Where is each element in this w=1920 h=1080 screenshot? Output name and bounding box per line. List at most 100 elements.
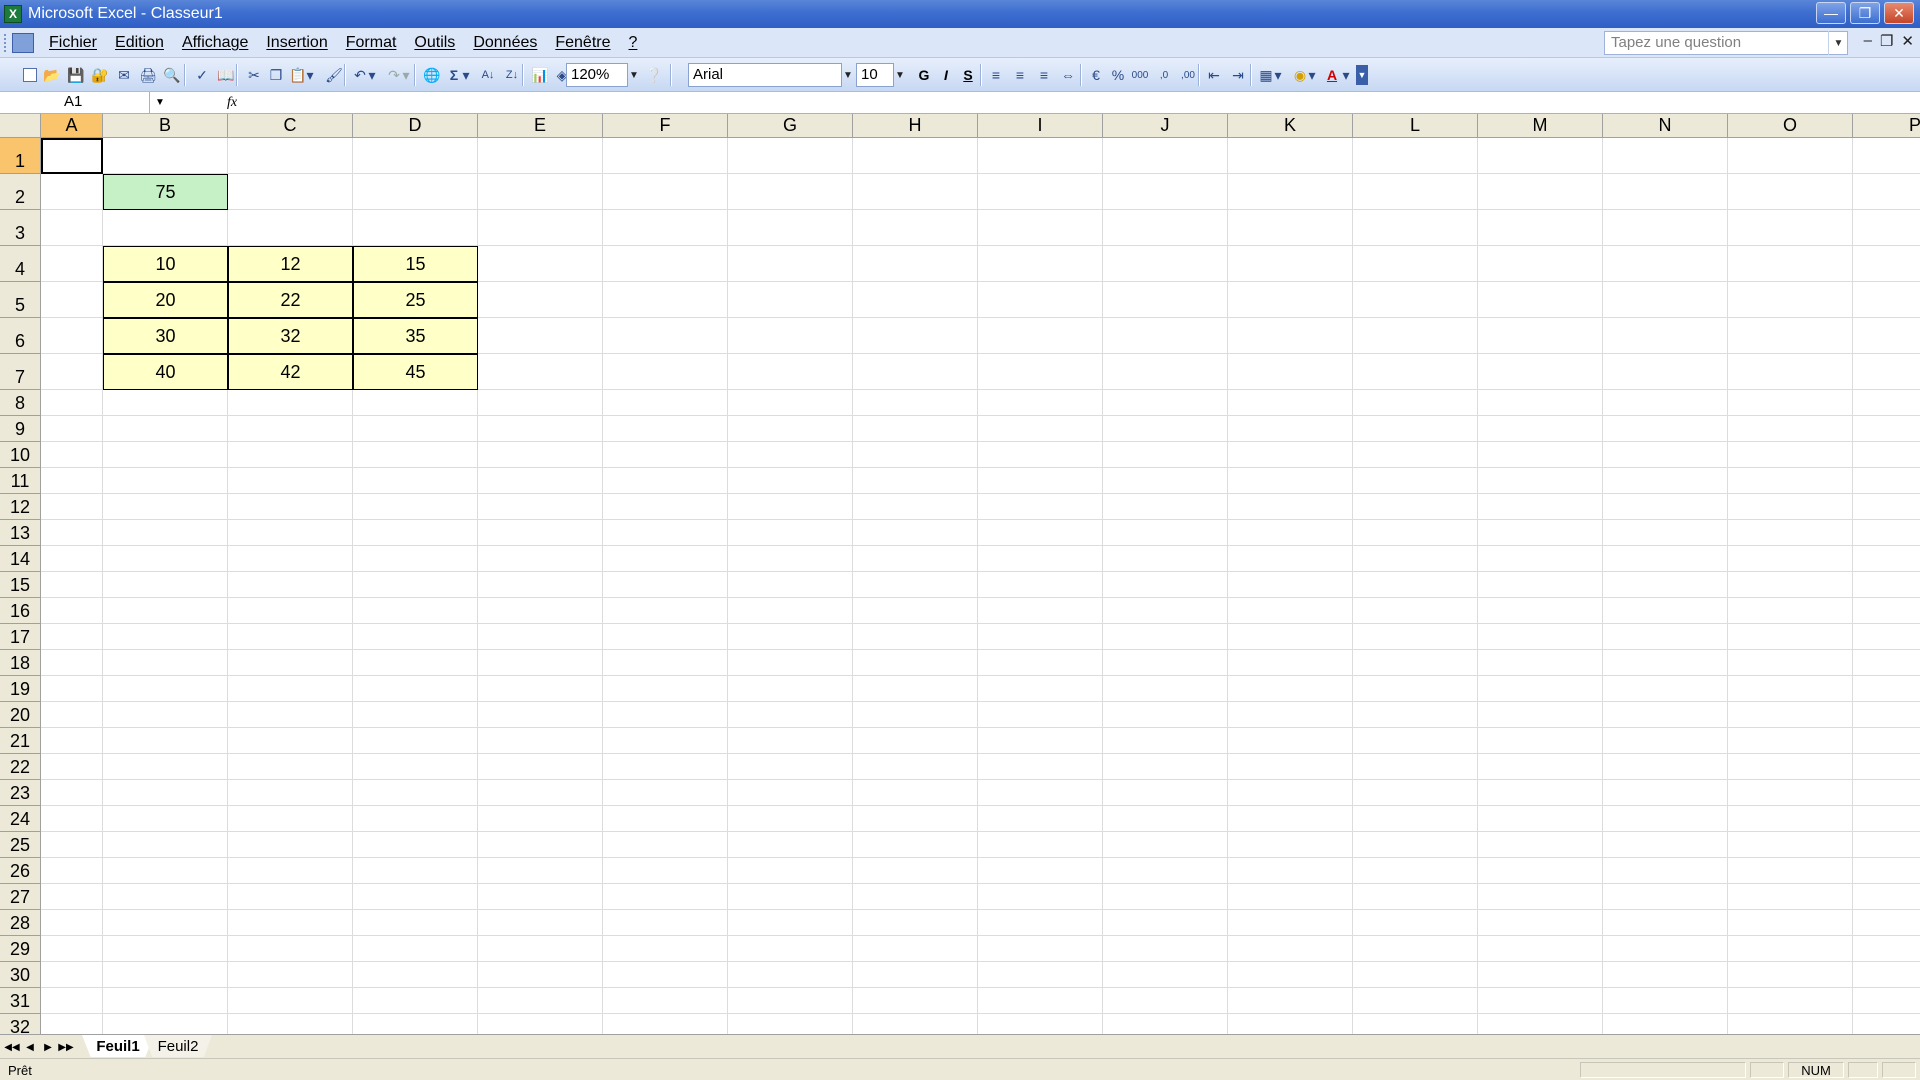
new-document-icon[interactable] <box>20 65 40 85</box>
cell-e3[interactable] <box>478 210 603 246</box>
decrease-decimal-icon[interactable]: ,00 <box>1178 65 1198 85</box>
cell-a25[interactable] <box>41 832 103 858</box>
cell-a19[interactable] <box>41 676 103 702</box>
cell-j15[interactable] <box>1103 572 1228 598</box>
cell-h14[interactable] <box>853 546 978 572</box>
cell-d4[interactable]: 15 <box>353 246 478 282</box>
cell-m19[interactable] <box>1478 676 1603 702</box>
cell-d8[interactable] <box>353 390 478 416</box>
cell-c5[interactable]: 22 <box>228 282 353 318</box>
research-icon[interactable]: 📖 <box>216 65 236 85</box>
cell-f27[interactable] <box>603 884 728 910</box>
cell-d25[interactable] <box>353 832 478 858</box>
cell-g27[interactable] <box>728 884 853 910</box>
cell-d2[interactable] <box>353 174 478 210</box>
row-header-15[interactable]: 15 <box>0 572 41 598</box>
cell-f6[interactable] <box>603 318 728 354</box>
cell-m5[interactable] <box>1478 282 1603 318</box>
cell-g28[interactable] <box>728 910 853 936</box>
cell-n13[interactable] <box>1603 520 1728 546</box>
cell-f31[interactable] <box>603 988 728 1014</box>
row-header-28[interactable]: 28 <box>0 910 41 936</box>
cell-b12[interactable] <box>103 494 228 520</box>
cell-d10[interactable] <box>353 442 478 468</box>
cell-l27[interactable] <box>1353 884 1478 910</box>
doc-minimize-button[interactable]: – <box>1864 32 1872 50</box>
cell-m13[interactable] <box>1478 520 1603 546</box>
cell-a17[interactable] <box>41 624 103 650</box>
cell-g10[interactable] <box>728 442 853 468</box>
cell-l32[interactable] <box>1353 1014 1478 1034</box>
cell-b2[interactable]: 75 <box>103 174 228 210</box>
cell-g7[interactable] <box>728 354 853 390</box>
cell-c12[interactable] <box>228 494 353 520</box>
cell-j32[interactable] <box>1103 1014 1228 1034</box>
row-header-13[interactable]: 13 <box>0 520 41 546</box>
cell-c2[interactable] <box>228 174 353 210</box>
cell-c3[interactable] <box>228 210 353 246</box>
cell-d14[interactable] <box>353 546 478 572</box>
cell-m27[interactable] <box>1478 884 1603 910</box>
cell-k20[interactable] <box>1228 702 1353 728</box>
cell-j6[interactable] <box>1103 318 1228 354</box>
cell-g26[interactable] <box>728 858 853 884</box>
cell-a13[interactable] <box>41 520 103 546</box>
cell-c31[interactable] <box>228 988 353 1014</box>
cell-h7[interactable] <box>853 354 978 390</box>
cell-g19[interactable] <box>728 676 853 702</box>
cell-e6[interactable] <box>478 318 603 354</box>
row-header-21[interactable]: 21 <box>0 728 41 754</box>
row-header-17[interactable]: 17 <box>0 624 41 650</box>
cell-g22[interactable] <box>728 754 853 780</box>
cell-a30[interactable] <box>41 962 103 988</box>
cell-o21[interactable] <box>1728 728 1853 754</box>
cell-n31[interactable] <box>1603 988 1728 1014</box>
cell-a26[interactable] <box>41 858 103 884</box>
help-icon[interactable]: ❔ <box>644 65 664 85</box>
cell-c22[interactable] <box>228 754 353 780</box>
cell-k30[interactable] <box>1228 962 1353 988</box>
cell-f15[interactable] <box>603 572 728 598</box>
cell-f32[interactable] <box>603 1014 728 1034</box>
cell-n4[interactable] <box>1603 246 1728 282</box>
cell-i1[interactable] <box>978 138 1103 174</box>
cell-c7[interactable]: 42 <box>228 354 353 390</box>
cell-i17[interactable] <box>978 624 1103 650</box>
cell-h25[interactable] <box>853 832 978 858</box>
cell-d13[interactable] <box>353 520 478 546</box>
cell-o15[interactable] <box>1728 572 1853 598</box>
cell-p23[interactable] <box>1853 780 1920 806</box>
cell-i24[interactable] <box>978 806 1103 832</box>
cell-j2[interactable] <box>1103 174 1228 210</box>
cell-h31[interactable] <box>853 988 978 1014</box>
cell-j24[interactable] <box>1103 806 1228 832</box>
cell-e22[interactable] <box>478 754 603 780</box>
cell-m14[interactable] <box>1478 546 1603 572</box>
cell-o16[interactable] <box>1728 598 1853 624</box>
cell-c13[interactable] <box>228 520 353 546</box>
cell-k2[interactable] <box>1228 174 1353 210</box>
cell-k17[interactable] <box>1228 624 1353 650</box>
cell-p30[interactable] <box>1853 962 1920 988</box>
cell-i22[interactable] <box>978 754 1103 780</box>
cell-f16[interactable] <box>603 598 728 624</box>
cell-b5[interactable]: 20 <box>103 282 228 318</box>
cell-p28[interactable] <box>1853 910 1920 936</box>
cell-l28[interactable] <box>1353 910 1478 936</box>
cell-p5[interactable] <box>1853 282 1920 318</box>
maximize-button[interactable]: ❐ <box>1850 2 1880 24</box>
cell-m24[interactable] <box>1478 806 1603 832</box>
row-header-22[interactable]: 22 <box>0 754 41 780</box>
cell-k32[interactable] <box>1228 1014 1353 1034</box>
cell-b28[interactable] <box>103 910 228 936</box>
cell-d1[interactable] <box>353 138 478 174</box>
cell-p31[interactable] <box>1853 988 1920 1014</box>
cell-m4[interactable] <box>1478 246 1603 282</box>
cell-g25[interactable] <box>728 832 853 858</box>
cell-l1[interactable] <box>1353 138 1478 174</box>
chevron-down-icon[interactable]: ▼ <box>840 63 856 87</box>
cell-a24[interactable] <box>41 806 103 832</box>
cell-b9[interactable] <box>103 416 228 442</box>
cell-h11[interactable] <box>853 468 978 494</box>
cell-f26[interactable] <box>603 858 728 884</box>
